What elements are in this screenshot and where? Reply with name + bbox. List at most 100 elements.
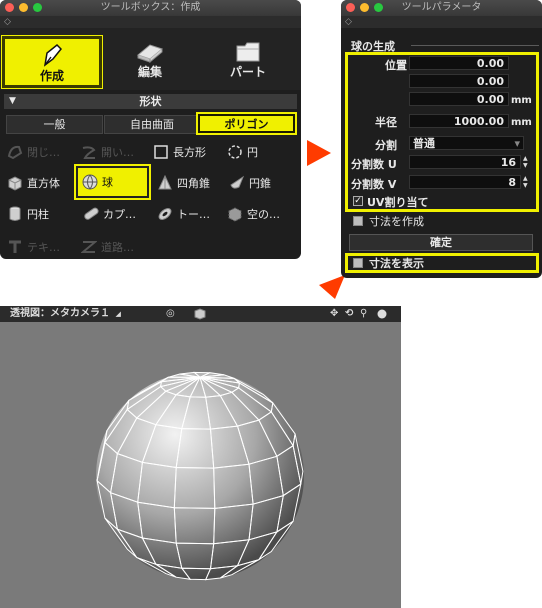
road-icon [80, 238, 98, 256]
params-title: ツールパラメータ [401, 2, 482, 13]
segment-polygon[interactable]: ポリゴン [196, 112, 297, 135]
tool-circle-label: 円 [247, 146, 258, 159]
tool-road-label: 道路… [101, 241, 134, 254]
show-dimension-checkbox[interactable] [353, 258, 363, 268]
viewport-title[interactable]: 透視図：メタカメラ１ [10, 308, 110, 319]
heading-divider [411, 45, 539, 46]
position-x-field[interactable]: 0.00 [409, 56, 509, 70]
cone-icon [228, 174, 246, 192]
diamond-icon: ◇ [345, 17, 352, 27]
tab-edit[interactable]: 編集 [110, 35, 190, 87]
division-v-stepper[interactable]: ▲ ▼ [523, 175, 531, 189]
tool-open-line[interactable]: 開い… [80, 141, 134, 163]
position-z-field[interactable]: 0.00 [409, 92, 509, 106]
empty-shape-icon [226, 205, 244, 223]
params-subbar: ◇ [341, 16, 542, 28]
tool-circle[interactable]: 円 [226, 141, 258, 163]
arrow-down-left-icon [319, 275, 345, 299]
zoom-icon[interactable]: ⚲ [360, 306, 367, 322]
folder-icon [208, 35, 288, 63]
segment-general[interactable]: 一般 [6, 115, 103, 134]
create-dimension-checkbox[interactable] [353, 216, 363, 226]
division-u-stepper[interactable]: ▲ ▼ [523, 155, 531, 169]
circle-icon [226, 143, 244, 161]
toolbox-titlebar[interactable]: ツールボックス：作成 [0, 0, 301, 16]
cube-icon [6, 174, 24, 192]
disclosure-triangle-icon[interactable]: ▼ [9, 94, 16, 109]
tool-rectangle[interactable]: 長方形 [152, 141, 206, 163]
tool-cone[interactable]: 円錐 [228, 172, 271, 194]
closed-line-icon [6, 143, 24, 161]
tool-closed-line[interactable]: 閉じ… [6, 141, 60, 163]
shape-section-header[interactable]: ▼ 形状 [4, 94, 297, 109]
shading-icon[interactable] [377, 309, 387, 325]
division-v-label: 分割数 V [351, 178, 397, 191]
tool-pyramid[interactable]: 四角錐 [156, 172, 210, 194]
division-label: 分割 [375, 139, 397, 152]
radius-unit: mm [511, 117, 532, 128]
capsule-icon [82, 205, 100, 223]
pan-icon[interactable]: ✥ [330, 306, 338, 322]
tool-empty-shape-label: 空の… [247, 208, 280, 221]
create-dimension-label: 寸法を作成 [369, 215, 424, 228]
arrow-right-icon [307, 140, 331, 166]
sphere-icon [81, 173, 99, 191]
division-v-field[interactable]: 8 [409, 175, 521, 189]
tool-capsule[interactable]: カプ… [82, 203, 136, 225]
tab-create[interactable]: 作成 [1, 35, 103, 89]
tool-cylinder-label: 円柱 [27, 208, 49, 221]
close-window-button[interactable] [5, 3, 14, 12]
tool-cylinder[interactable]: 円柱 [6, 203, 49, 225]
pen-nib-icon [5, 39, 99, 67]
cube-view-icon[interactable] [194, 308, 206, 326]
uv-assign-checkbox[interactable]: ✓ [353, 196, 363, 206]
zoom-window-button[interactable] [33, 3, 42, 12]
division-u-field[interactable]: 16 [409, 155, 521, 169]
dropdown-arrow-icon: ▾ [514, 137, 520, 150]
tool-road[interactable]: 道路… [80, 236, 134, 258]
tab-parts[interactable]: パート [208, 35, 288, 87]
text-icon [6, 238, 24, 256]
rotate-icon[interactable]: ⟲ [345, 306, 353, 322]
tool-sphere[interactable]: 球 [74, 164, 151, 200]
tool-torus-label: トー… [177, 208, 210, 221]
confirm-button[interactable]: 確定 [349, 234, 533, 251]
params-titlebar[interactable]: ツールパラメータ [341, 0, 542, 16]
zoom-window-button[interactable] [374, 3, 383, 12]
tab-parts-label: パート [229, 65, 266, 79]
toolbox-title: ツールボックス：作成 [100, 2, 201, 13]
position-label: 位置 [385, 59, 407, 72]
target-icon[interactable]: ◎ [166, 306, 175, 322]
position-y-field[interactable]: 0.00 [409, 74, 509, 88]
tool-parameters-window: ツールパラメータ ◇ 球の生成 位置 0.00 0.00 0.00 mm 半径 … [341, 0, 542, 278]
tool-capsule-label: カプ… [103, 208, 136, 221]
tool-text[interactable]: テキ… [6, 236, 60, 258]
sphere-mesh [96, 371, 304, 581]
tool-cube[interactable]: 直方体 [6, 172, 60, 194]
perspective-viewport[interactable]: 透視図：メタカメラ１ ◢ ◎ ✥ ⟲ ⚲ [0, 306, 401, 608]
tool-cube-label: 直方体 [27, 177, 60, 190]
diamond-icon: ◇ [4, 17, 11, 27]
minimize-window-button[interactable] [360, 3, 369, 12]
stage: ツールボックス：作成 ◇ 作成 編集 パート ▼ 形状 一般 自由曲面 ポリゴン… [0, 0, 542, 608]
radius-label: 半径 [375, 116, 397, 129]
tool-rectangle-label: 長方形 [173, 146, 206, 159]
minimize-window-button[interactable] [19, 3, 28, 12]
cylinder-icon [6, 205, 24, 223]
tool-pyramid-label: 四角錐 [177, 177, 210, 190]
segment-free-surface[interactable]: 自由曲面 [104, 115, 200, 134]
toolbox-subbar: ◇ [0, 16, 301, 28]
radius-field[interactable]: 1000.00 [409, 114, 509, 128]
tool-torus[interactable]: トー… [156, 203, 210, 225]
tab-edit-label: 編集 [137, 65, 162, 79]
toolbox-tabs: 作成 編集 パート [0, 28, 301, 90]
division-select[interactable]: 普通 ▾ [409, 136, 524, 150]
toolbox-window: ツールボックス：作成 ◇ 作成 編集 パート ▼ 形状 一般 自由曲面 ポリゴン… [0, 0, 301, 259]
tool-text-label: テキ… [27, 241, 60, 254]
viewport-menu-arrow-icon[interactable]: ◢ [115, 310, 120, 318]
close-window-button[interactable] [346, 3, 355, 12]
viewport-canvas[interactable] [8, 328, 393, 608]
rectangle-icon [152, 143, 170, 161]
open-line-icon [80, 143, 98, 161]
tool-empty-shape[interactable]: 空の… [226, 203, 280, 225]
